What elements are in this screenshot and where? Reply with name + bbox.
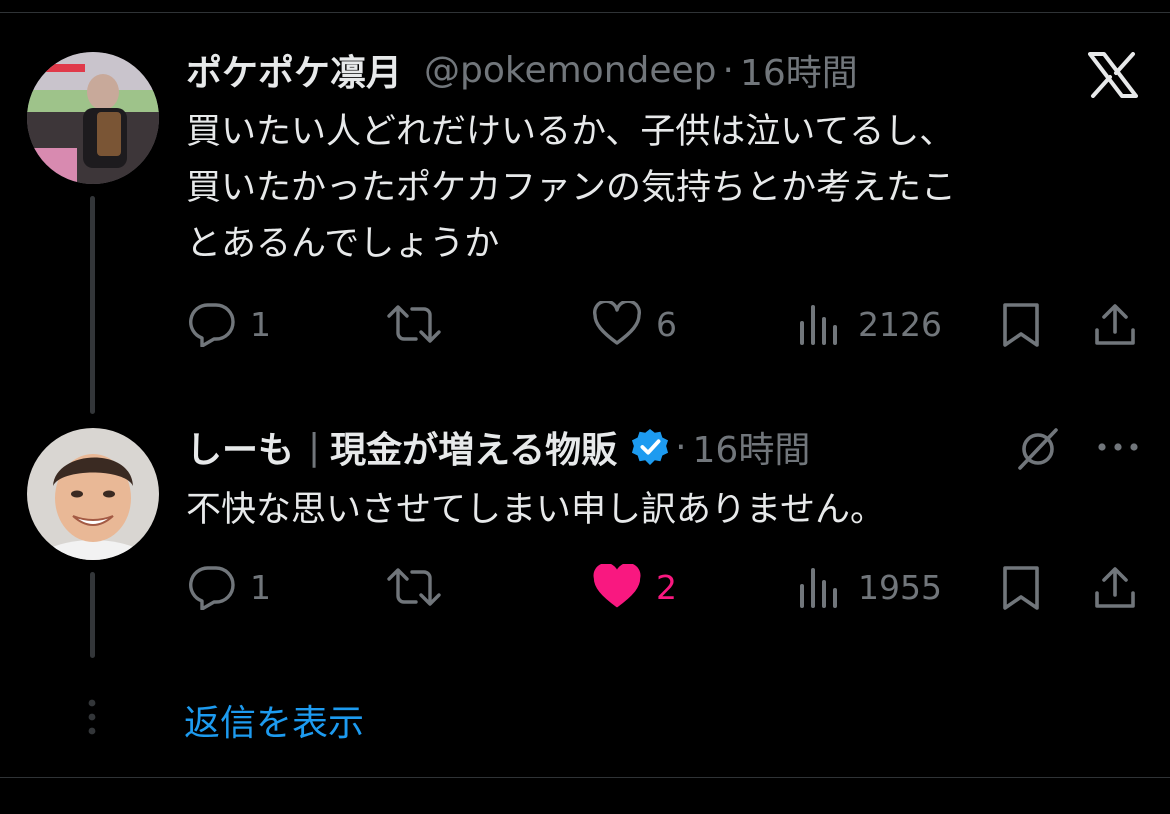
bottom-divider xyxy=(0,777,1170,778)
show-replies-link[interactable]: 返信を表示 xyxy=(184,694,364,746)
like-count: 2 xyxy=(656,567,677,607)
retweet-icon xyxy=(387,305,441,343)
display-name-suffix[interactable]: 現金が増える物販 xyxy=(330,421,617,473)
x-logo-icon[interactable] xyxy=(1088,52,1138,98)
tweet-text: 不快な思いさせてしまい申し訳ありません。 xyxy=(186,482,1146,538)
retweet-button[interactable] xyxy=(386,301,442,347)
timestamp[interactable]: 16時間 xyxy=(740,44,858,96)
handle[interactable]: @pokemondeep xyxy=(424,50,717,91)
heart-filled-icon xyxy=(593,564,641,608)
display-name[interactable]: ポケポケ凛月 xyxy=(186,44,402,96)
thread-dots-icon xyxy=(88,699,96,735)
like-button[interactable]: 6 xyxy=(592,301,677,347)
view-count: 1955 xyxy=(858,567,942,607)
avatar-pokepoke[interactable] xyxy=(27,52,159,184)
dot-separator: · xyxy=(675,426,687,468)
dot-separator: · xyxy=(722,49,734,91)
views-icon xyxy=(800,305,837,345)
heart-icon xyxy=(593,301,641,345)
reply-count: 1 xyxy=(250,304,271,344)
reply-icon xyxy=(189,566,235,610)
reply-button[interactable]: 1 xyxy=(188,301,271,347)
share-icon[interactable] xyxy=(1092,302,1138,348)
reply-icon xyxy=(189,303,235,347)
view-count: 2126 xyxy=(858,304,942,344)
tweet-text-line: 買いたい人どれだけいるか、子供は泣いてるし、 xyxy=(186,112,955,152)
grok-icon[interactable] xyxy=(1014,426,1062,472)
tweet-text-line: とあるんでしょうか xyxy=(186,224,500,264)
retweet-button[interactable] xyxy=(386,564,442,610)
tweet-text-line: 不快な思いさせてしまい申し訳ありません。 xyxy=(186,490,885,530)
reply-button[interactable]: 1 xyxy=(188,564,271,610)
views-button[interactable]: 1955 xyxy=(798,564,942,610)
thread-line xyxy=(90,572,95,658)
views-button[interactable]: 2126 xyxy=(798,301,942,347)
reply-count: 1 xyxy=(250,567,271,607)
share-icon[interactable] xyxy=(1092,565,1138,611)
verified-badge-icon xyxy=(632,428,669,466)
bookmark-icon[interactable] xyxy=(1000,302,1042,348)
like-button-liked[interactable]: 2 xyxy=(592,564,677,610)
more-icon[interactable] xyxy=(1096,440,1140,454)
thread-line xyxy=(90,196,95,414)
like-count: 6 xyxy=(656,304,677,344)
display-name[interactable]: しーも xyxy=(186,421,294,473)
top-divider xyxy=(0,12,1170,13)
tweet-text: 買いたい人どれだけいるか、子供は泣いてるし、 買いたかったポケカファンの気持ちと… xyxy=(186,104,1146,272)
name-separator: | xyxy=(308,426,321,468)
timestamp[interactable]: 16時間 xyxy=(693,421,811,473)
tweet-text-line: 買いたかったポケカファンの気持ちとか考えたこ xyxy=(186,168,957,208)
tweet-header: ポケポケ凛月 @pokemondeep · 16時間 xyxy=(186,45,858,95)
bookmark-icon[interactable] xyxy=(1000,565,1042,611)
tweet-header: しーも | 現金が増える物販 · 16時間 xyxy=(186,422,810,472)
retweet-icon xyxy=(387,568,441,606)
avatar-shimo[interactable] xyxy=(27,428,159,560)
views-icon xyxy=(800,568,837,608)
